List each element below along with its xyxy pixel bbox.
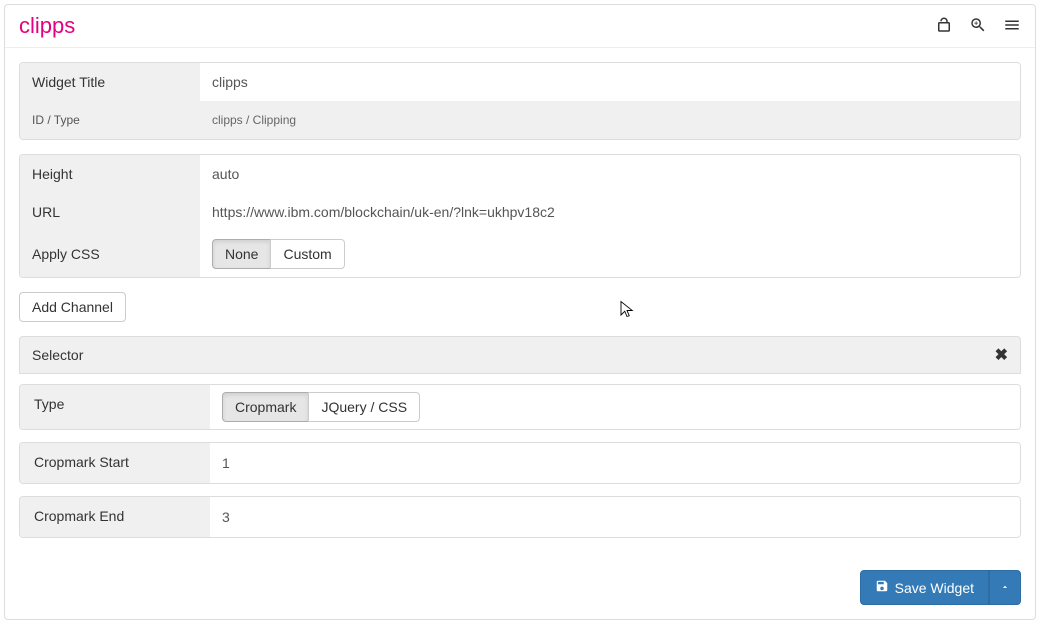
selector-header-title: Selector bbox=[32, 347, 995, 363]
url-label: URL bbox=[20, 193, 200, 231]
widget-config-section: Height auto URL https://www.ibm.com/bloc… bbox=[19, 154, 1021, 278]
widget-idtype-value: clipps / Clipping bbox=[200, 101, 1020, 139]
selector-type-toggle: Cropmark JQuery / CSS bbox=[222, 392, 420, 422]
footer-actions: Save Widget bbox=[19, 550, 1021, 605]
zoom-icon[interactable] bbox=[969, 16, 987, 37]
selector-type-label: Type bbox=[20, 385, 210, 429]
header-toolbar bbox=[935, 16, 1021, 37]
height-value[interactable]: auto bbox=[200, 155, 1020, 193]
close-icon[interactable]: ✖ bbox=[995, 345, 1008, 365]
widget-title-value[interactable]: clipps bbox=[200, 63, 1020, 101]
applycss-label: Apply CSS bbox=[20, 231, 200, 277]
panel-body: Widget Title clipps ID / Type clipps / C… bbox=[5, 48, 1035, 619]
panel-title: clipps bbox=[19, 13, 935, 39]
cropmark-start-value[interactable]: 1 bbox=[210, 443, 1020, 483]
selector-header: Selector ✖ bbox=[19, 336, 1021, 374]
selector-type-row: Type Cropmark JQuery / CSS bbox=[19, 384, 1021, 430]
add-channel-wrap: Add Channel bbox=[19, 292, 1021, 322]
widget-title-label: Widget Title bbox=[20, 63, 200, 101]
cropmark-end-label: Cropmark End bbox=[20, 497, 210, 537]
selector-type-jquery-button[interactable]: JQuery / CSS bbox=[308, 392, 420, 422]
menu-icon[interactable] bbox=[1003, 16, 1021, 37]
widget-idtype-label: ID / Type bbox=[20, 101, 200, 139]
cropmark-start-label: Cropmark Start bbox=[20, 443, 210, 483]
save-icon bbox=[875, 579, 889, 596]
add-channel-button[interactable]: Add Channel bbox=[19, 292, 126, 322]
selector-type-cropmark-button[interactable]: Cropmark bbox=[222, 392, 309, 422]
caret-up-icon bbox=[1000, 580, 1010, 595]
applycss-toggle: None Custom bbox=[212, 239, 345, 269]
cropmark-end-row: Cropmark End 3 bbox=[19, 496, 1021, 538]
save-widget-label: Save Widget bbox=[895, 580, 974, 596]
widget-editor-panel: clipps Widget Title clipps ID / Type cli… bbox=[4, 4, 1036, 620]
applycss-value: None Custom bbox=[200, 231, 1020, 277]
unlock-icon[interactable] bbox=[935, 16, 953, 37]
url-value[interactable]: https://www.ibm.com/blockchain/uk-en/?ln… bbox=[200, 193, 1020, 231]
height-label: Height bbox=[20, 155, 200, 193]
widget-title-section: Widget Title clipps ID / Type clipps / C… bbox=[19, 62, 1021, 140]
cropmark-start-row: Cropmark Start 1 bbox=[19, 442, 1021, 484]
selector-body: Type Cropmark JQuery / CSS Cropmark Star… bbox=[19, 374, 1021, 538]
applycss-none-button[interactable]: None bbox=[212, 239, 271, 269]
applycss-custom-button[interactable]: Custom bbox=[270, 239, 344, 269]
cropmark-end-value[interactable]: 3 bbox=[210, 497, 1020, 537]
selector-type-value: Cropmark JQuery / CSS bbox=[210, 385, 1020, 429]
panel-header: clipps bbox=[5, 5, 1035, 48]
